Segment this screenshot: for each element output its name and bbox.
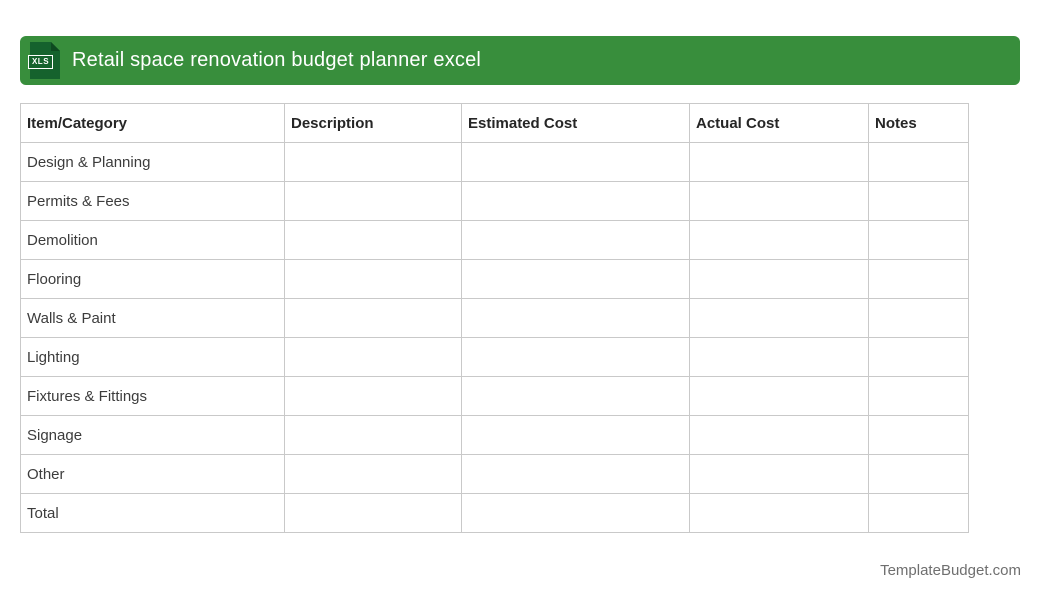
cell-actual-cost — [689, 298, 869, 338]
cell-description — [284, 376, 462, 416]
table-row: Design & Planning — [20, 142, 969, 182]
site-credit: TemplateBudget.com — [880, 562, 1021, 579]
page-title: Retail space renovation budget planner e… — [72, 49, 482, 71]
cell-actual-cost — [689, 220, 869, 260]
cell-item: Signage — [20, 415, 285, 455]
cell-estimated-cost — [461, 142, 690, 182]
cell-notes — [868, 181, 969, 221]
table-row: Walls & Paint — [20, 298, 969, 338]
cell-item: Fixtures & Fittings — [20, 376, 285, 416]
cell-actual-cost — [689, 181, 869, 221]
cell-actual-cost — [689, 376, 869, 416]
cell-item: Flooring — [20, 259, 285, 299]
table-row: Signage — [20, 415, 969, 455]
cell-item: Other — [20, 454, 285, 494]
file-corner-fold — [51, 42, 60, 51]
cell-actual-cost — [689, 142, 869, 182]
cell-estimated-cost — [461, 415, 690, 455]
cell-notes — [868, 376, 969, 416]
cell-estimated-cost — [461, 181, 690, 221]
column-header-actual-cost: Actual Cost — [689, 103, 869, 143]
table-row: Flooring — [20, 259, 969, 299]
column-header-item: Item/Category — [20, 103, 285, 143]
cell-estimated-cost — [461, 298, 690, 338]
cell-notes — [868, 142, 969, 182]
cell-description — [284, 337, 462, 377]
cell-notes — [868, 415, 969, 455]
table-row: Total — [20, 493, 969, 533]
budget-table: Item/Category Description Estimated Cost… — [20, 103, 969, 533]
cell-notes — [868, 454, 969, 494]
column-header-description: Description — [284, 103, 462, 143]
cell-item: Design & Planning — [20, 142, 285, 182]
cell-estimated-cost — [461, 259, 690, 299]
cell-actual-cost — [689, 259, 869, 299]
cell-actual-cost — [689, 415, 869, 455]
cell-item: Demolition — [20, 220, 285, 260]
table-body: Design & Planning Permits & Fees Demolitio… — [20, 142, 969, 533]
cell-notes — [868, 337, 969, 377]
cell-description — [284, 298, 462, 338]
table-row: Demolition — [20, 220, 969, 260]
cell-item: Total — [20, 493, 285, 533]
cell-item: Permits & Fees — [20, 181, 285, 221]
cell-actual-cost — [689, 454, 869, 494]
column-header-estimated-cost: Estimated Cost — [461, 103, 690, 143]
cell-estimated-cost — [461, 220, 690, 260]
cell-description — [284, 220, 462, 260]
table-row: Other — [20, 454, 969, 494]
xls-badge: XLS — [28, 55, 53, 69]
cell-description — [284, 454, 462, 494]
table-header-row: Item/Category Description Estimated Cost… — [20, 103, 969, 143]
cell-estimated-cost — [461, 376, 690, 416]
cell-item: Walls & Paint — [20, 298, 285, 338]
cell-description — [284, 259, 462, 299]
cell-notes — [868, 220, 969, 260]
title-banner: XLS Retail space renovation budget plann… — [20, 36, 1020, 85]
column-header-notes: Notes — [868, 103, 969, 143]
xls-file-icon: XLS — [28, 42, 60, 79]
table-row: Permits & Fees — [20, 181, 969, 221]
cell-estimated-cost — [461, 493, 690, 533]
cell-actual-cost — [689, 337, 869, 377]
table-row: Fixtures & Fittings — [20, 376, 969, 416]
cell-item: Lighting — [20, 337, 285, 377]
cell-description — [284, 142, 462, 182]
cell-notes — [868, 259, 969, 299]
cell-description — [284, 493, 462, 533]
table-row: Lighting — [20, 337, 969, 377]
cell-notes — [868, 493, 969, 533]
cell-actual-cost — [689, 493, 869, 533]
cell-estimated-cost — [461, 454, 690, 494]
cell-estimated-cost — [461, 337, 690, 377]
cell-description — [284, 181, 462, 221]
page: XLS Retail space renovation budget plann… — [0, 0, 1040, 600]
cell-notes — [868, 298, 969, 338]
cell-description — [284, 415, 462, 455]
